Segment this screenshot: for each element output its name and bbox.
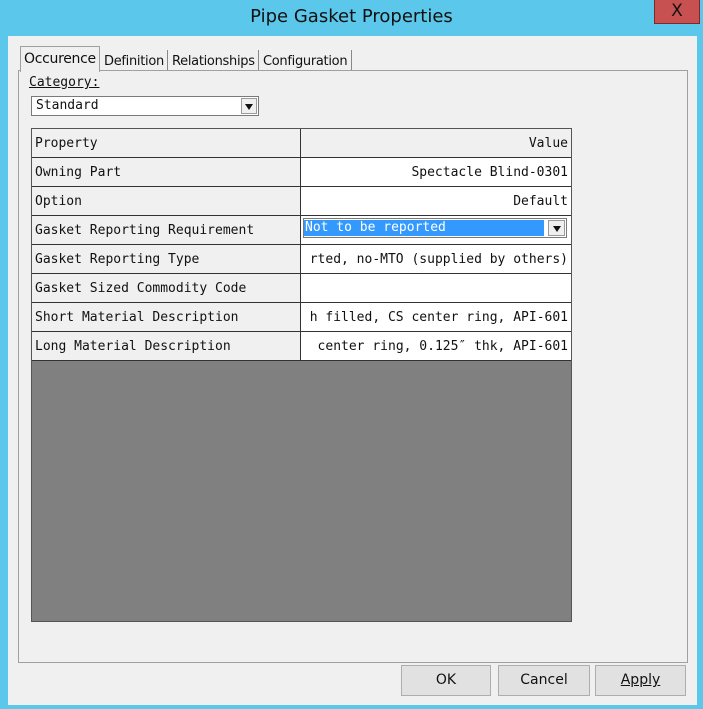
property-value[interactable]: Default (301, 187, 571, 215)
apply-button[interactable]: Apply (595, 665, 686, 696)
ok-button[interactable]: OK (401, 665, 491, 696)
tab-occurence[interactable]: Occurence (20, 46, 100, 72)
category-value: Standard (36, 98, 99, 113)
tab-configuration[interactable]: Configuration (260, 50, 352, 70)
property-name: Owning Part (32, 158, 301, 186)
table-row[interactable]: Option Default (32, 187, 571, 216)
title-bar: Pipe Gasket Properties X (0, 0, 703, 36)
property-value[interactable]: center ring, 0.125″ thk, API-601 (301, 332, 571, 360)
property-value[interactable]: Spectacle Blind-0301 (301, 158, 571, 186)
tab-page-occurence: Category: Standard Property Value Owning… (18, 70, 688, 663)
property-value[interactable] (301, 274, 571, 302)
property-name: Long Material Description (32, 332, 301, 360)
property-value[interactable]: h filled, CS center ring, API-601 (301, 303, 571, 331)
property-name: Option (32, 187, 301, 215)
table-row[interactable]: Gasket Reporting Requirement Not to be r… (32, 216, 571, 245)
header-property: Property (32, 129, 301, 157)
property-name: Short Material Description (32, 303, 301, 331)
close-icon: X (671, 1, 683, 21)
property-name: Gasket Reporting Type (32, 245, 301, 273)
reporting-requirement-dropdown[interactable]: Not to be reported (303, 218, 567, 238)
header-value: Value (301, 129, 571, 157)
tab-relationships[interactable]: Relationships (169, 50, 259, 70)
category-dropdown[interactable]: Standard (31, 96, 259, 116)
window-title: Pipe Gasket Properties (250, 6, 453, 27)
property-name: Gasket Reporting Requirement (32, 216, 301, 244)
property-grid: Property Value Owning Part Spectacle Bli… (31, 128, 572, 622)
property-value[interactable]: rted, no-MTO (supplied by others) (301, 245, 571, 273)
category-label-text: Category: (29, 75, 100, 90)
selected-option: Not to be reported (304, 220, 544, 236)
cancel-button[interactable]: Cancel (498, 665, 590, 696)
dialog-client-area: Occurence Definition Relationships Confi… (8, 36, 697, 705)
chevron-down-icon[interactable] (548, 220, 565, 236)
table-row[interactable]: Short Material Description h filled, CS … (32, 303, 571, 332)
grid-header-row: Property Value (32, 129, 571, 158)
property-name: Gasket Sized Commodity Code (32, 274, 301, 302)
close-button[interactable]: X (654, 0, 700, 24)
ok-label: OK (435, 672, 457, 688)
cancel-label: Cancel (520, 672, 568, 688)
tab-definition[interactable]: Definition (101, 50, 168, 70)
table-row[interactable]: Owning Part Spectacle Blind-0301 (32, 158, 571, 187)
apply-label: Apply (620, 672, 661, 688)
chevron-down-icon[interactable] (241, 98, 257, 114)
category-label: Category: (29, 75, 99, 90)
table-row[interactable]: Long Material Description center ring, 0… (32, 332, 571, 361)
table-row[interactable]: Gasket Reporting Type rted, no-MTO (supp… (32, 245, 571, 274)
table-row[interactable]: Gasket Sized Commodity Code (32, 274, 571, 303)
property-value-cell[interactable]: Not to be reported (301, 216, 571, 244)
